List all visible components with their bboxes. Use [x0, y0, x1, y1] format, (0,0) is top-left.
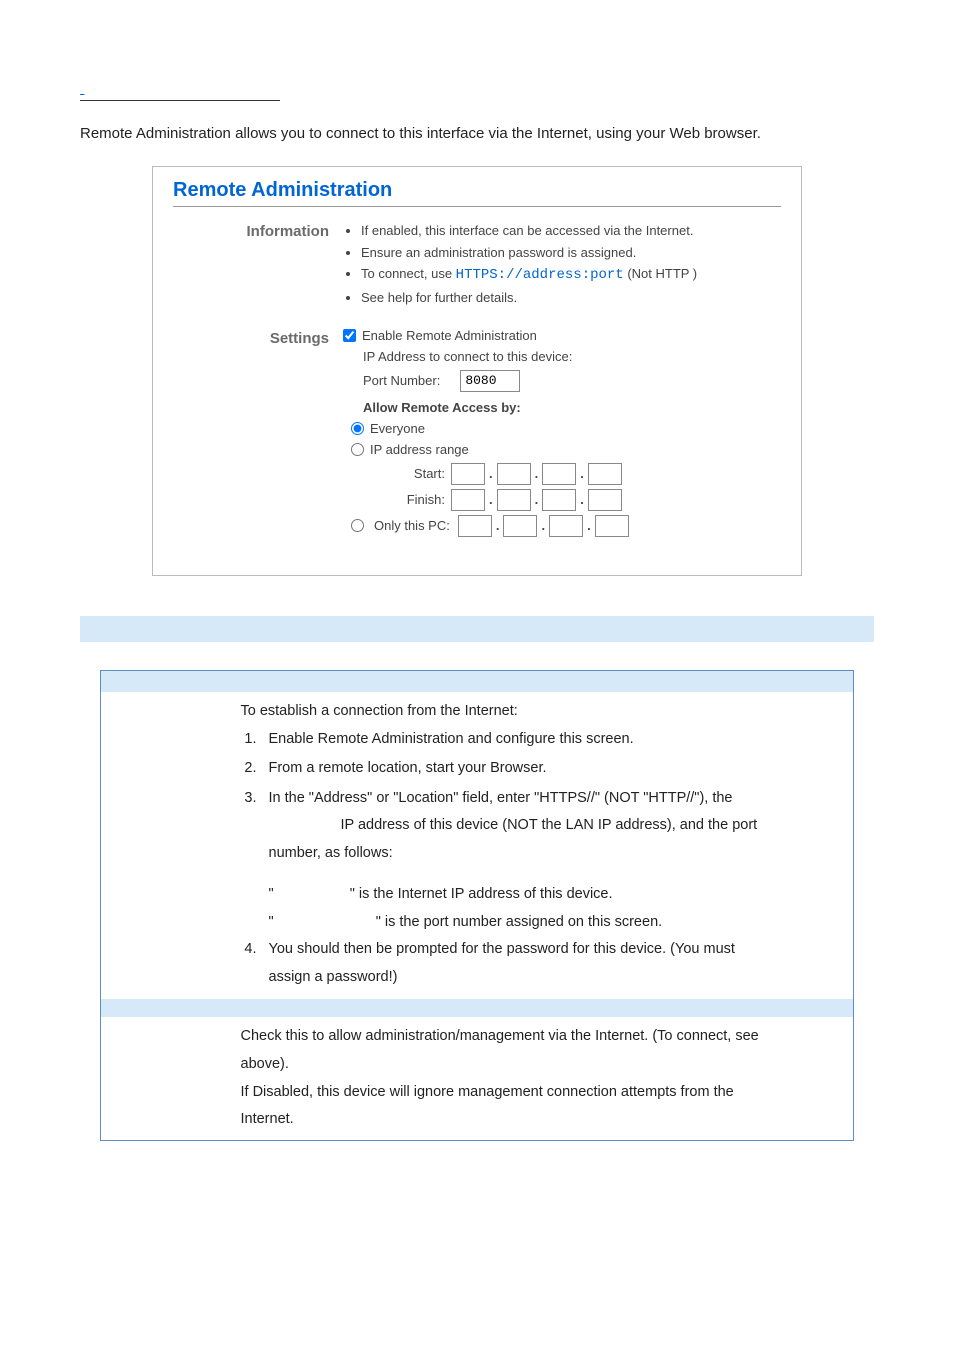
access-everyone-label: Everyone — [370, 421, 425, 436]
table-enable-cell: Check this to allow administration/manag… — [231, 1017, 854, 1140]
example-a1: " is the Internet IP address of this dev… — [350, 886, 613, 902]
enable-line1: Check this to allow administration/manag… — [241, 1023, 844, 1051]
enable-line4: Internet. — [241, 1106, 844, 1134]
settings-content: Enable Remote Administration IP Address … — [343, 328, 781, 537]
enable-remote-admin-checkbox[interactable] — [343, 329, 356, 342]
https-url-text: HTTPS://address:port — [456, 267, 624, 283]
table-info-header-row — [101, 670, 854, 692]
ip-connect-label: IP Address to connect to this device: — [363, 349, 781, 364]
finish-ip-2[interactable] — [497, 489, 531, 511]
connection-step3-line3: number, as follows: — [269, 840, 844, 868]
connection-step-3: In the "Address" or "Location" field, en… — [261, 785, 844, 868]
info-bullet-3-prefix: To connect, use — [361, 266, 456, 281]
information-row: Information If enabled, this interface c… — [173, 221, 781, 310]
example-q1: " — [269, 886, 274, 902]
access-iprange-label: IP address range — [370, 442, 469, 457]
enable-remote-admin-label: Enable Remote Administration — [362, 328, 537, 343]
table-connection-cell: To establish a connection from the Inter… — [231, 692, 854, 999]
start-ip-4[interactable] — [588, 463, 622, 485]
info-bullet-3-suffix: (Not HTTP ) — [624, 266, 697, 281]
finish-ip-1[interactable] — [451, 489, 485, 511]
onlypc-ip-1[interactable] — [458, 515, 492, 537]
finish-ip-3[interactable] — [542, 489, 576, 511]
enable-line2: above). — [241, 1051, 844, 1079]
port-number-label: Port Number: — [363, 373, 440, 388]
connection-step-4: You should then be prompted for the pass… — [261, 936, 844, 991]
data-header-bar — [80, 616, 874, 642]
table-settings-header-row — [101, 999, 854, 1017]
info-bullet-1: If enabled, this interface can be access… — [361, 221, 781, 241]
table-info-leftcell — [101, 692, 231, 999]
finish-ip-label: Finish: — [391, 492, 445, 507]
table-settings-header — [101, 999, 854, 1017]
settings-label: Settings — [173, 328, 343, 347]
table-row: Check this to allow administration/manag… — [101, 1017, 854, 1140]
start-ip-label: Start: — [391, 466, 445, 481]
information-content: If enabled, this interface can be access… — [343, 221, 781, 310]
example-q2: " — [269, 914, 274, 930]
port-number-input[interactable] — [460, 370, 520, 392]
access-everyone-radio[interactable] — [351, 422, 364, 435]
start-ip-1[interactable] — [451, 463, 485, 485]
connection-step4-line2: assign a password!) — [269, 964, 844, 992]
start-ip-3[interactable] — [542, 463, 576, 485]
information-label: Information — [173, 221, 343, 240]
connection-step3-line1: In the "Address" or "Location" field, en… — [269, 790, 733, 806]
enable-line3: If Disabled, this device will ignore man… — [241, 1079, 844, 1107]
remote-admin-panel: Remote Administration Information If ena… — [152, 166, 802, 576]
data-table: To establish a connection from the Inter… — [100, 670, 854, 1141]
allow-remote-access-label: Allow Remote Access by: — [363, 400, 781, 415]
access-onlypc-label: Only this PC: — [374, 518, 450, 533]
connection-step-1: Enable Remote Administration and configu… — [261, 726, 844, 754]
table-enable-leftcell — [101, 1017, 231, 1140]
table-info-header — [101, 670, 854, 692]
panel-title: Remote Administration — [173, 179, 781, 207]
start-ip-2[interactable] — [497, 463, 531, 485]
info-bullet-3: To connect, use HTTPS://address:port (No… — [361, 264, 781, 286]
access-onlypc-radio[interactable] — [351, 519, 364, 532]
connection-step-2: From a remote location, start your Brows… — [261, 755, 844, 783]
intro-paragraph: Remote Administration allows you to conn… — [80, 125, 874, 142]
remote-admin-link[interactable] — [80, 80, 280, 101]
table-row: To establish a connection from the Inter… — [101, 692, 854, 999]
access-iprange-radio[interactable] — [351, 443, 364, 456]
connection-intro: To establish a connection from the Inter… — [241, 698, 844, 726]
example-a2: " is the port number assigned on this sc… — [376, 914, 662, 930]
info-bullet-4: See help for further details. — [361, 288, 781, 308]
connection-step3-line2: IP address of this device (NOT the LAN I… — [341, 812, 844, 840]
onlypc-ip-2[interactable] — [503, 515, 537, 537]
connection-step4-line1: You should then be prompted for the pass… — [269, 941, 735, 957]
info-bullet-2: Ensure an administration password is ass… — [361, 243, 781, 263]
settings-row: Settings Enable Remote Administration IP… — [173, 328, 781, 537]
onlypc-ip-3[interactable] — [549, 515, 583, 537]
onlypc-ip-4[interactable] — [595, 515, 629, 537]
finish-ip-4[interactable] — [588, 489, 622, 511]
